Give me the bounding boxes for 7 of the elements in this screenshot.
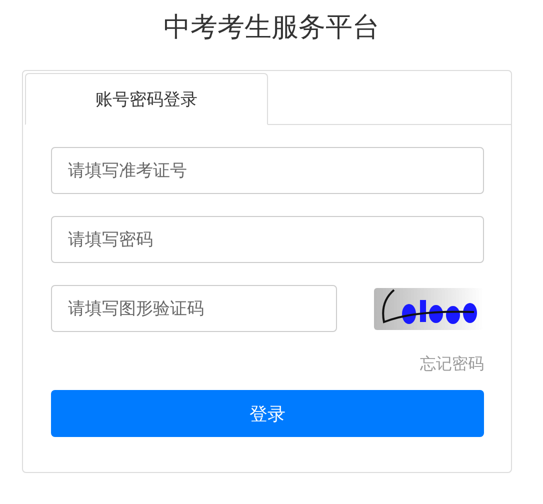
captcha-field[interactable]: 请填写图形验证码 <box>51 285 337 332</box>
forgot-password-link[interactable]: 忘记密码 <box>420 354 484 375</box>
input-field[interactable]: 请填写密码 <box>51 216 484 263</box>
login-button[interactable]: 登录 <box>51 390 484 437</box>
page-title: 中考考生服务平台 <box>164 11 380 45</box>
input-field[interactable]: 请填写准考证号 <box>51 147 484 194</box>
login-tab[interactable]: 账号密码登录 <box>25 73 268 125</box>
